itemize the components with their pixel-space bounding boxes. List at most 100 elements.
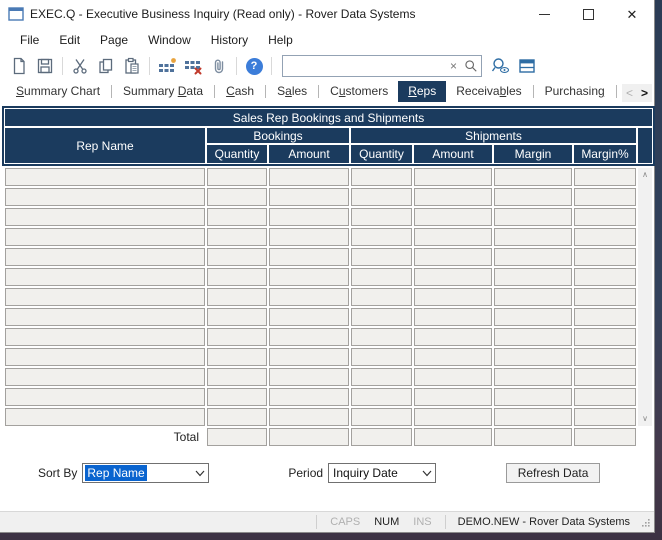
save-button[interactable] xyxy=(33,54,57,78)
data-cell[interactable] xyxy=(269,288,349,306)
data-cell[interactable] xyxy=(494,368,572,386)
data-cell[interactable] xyxy=(269,328,349,346)
data-cell[interactable] xyxy=(269,228,349,246)
data-cell[interactable] xyxy=(414,228,492,246)
search-input[interactable] xyxy=(283,58,446,74)
rep-name-cell[interactable] xyxy=(5,288,205,306)
data-cell[interactable] xyxy=(269,188,349,206)
data-cell[interactable] xyxy=(207,228,267,246)
search-button[interactable] xyxy=(462,54,480,78)
data-cell[interactable] xyxy=(351,388,412,406)
data-cell[interactable] xyxy=(414,188,492,206)
data-cell[interactable] xyxy=(269,368,349,386)
menu-item-page[interactable]: Page xyxy=(90,29,138,51)
data-cell[interactable] xyxy=(574,168,636,186)
data-cell[interactable] xyxy=(574,308,636,326)
data-cell[interactable] xyxy=(207,368,267,386)
data-cell[interactable] xyxy=(351,408,412,426)
insert-rows-button[interactable] xyxy=(155,54,179,78)
data-cell[interactable] xyxy=(351,348,412,366)
data-cell[interactable] xyxy=(269,388,349,406)
vertical-scrollbar[interactable]: ∧ ∨ xyxy=(638,168,652,426)
data-cell[interactable] xyxy=(574,328,636,346)
tab-summary-data[interactable]: Summary Data xyxy=(113,81,213,102)
resize-grip[interactable] xyxy=(636,517,654,528)
refresh-data-button[interactable]: Refresh Data xyxy=(506,463,600,483)
data-cell[interactable] xyxy=(494,288,572,306)
scroll-down-icon[interactable]: ∨ xyxy=(642,412,648,426)
data-cell[interactable] xyxy=(207,408,267,426)
data-cell[interactable] xyxy=(207,308,267,326)
help-button[interactable]: ? xyxy=(242,54,266,78)
rep-name-cell[interactable] xyxy=(5,328,205,346)
tab-cash[interactable]: Cash xyxy=(216,81,264,102)
data-cell[interactable] xyxy=(494,228,572,246)
paste-button[interactable] xyxy=(120,54,144,78)
data-cell[interactable] xyxy=(269,408,349,426)
data-cell[interactable] xyxy=(494,388,572,406)
data-cell[interactable] xyxy=(494,168,572,186)
data-cell[interactable] xyxy=(574,268,636,286)
data-cell[interactable] xyxy=(414,328,492,346)
tab-receivables[interactable]: Receivables xyxy=(446,81,531,102)
data-cell[interactable] xyxy=(494,188,572,206)
data-cell[interactable] xyxy=(414,308,492,326)
data-cell[interactable] xyxy=(207,348,267,366)
sort-by-dropdown[interactable]: Rep Name xyxy=(82,463,209,483)
data-cell[interactable] xyxy=(414,248,492,266)
period-dropdown[interactable]: Inquiry Date xyxy=(328,463,436,483)
menu-item-help[interactable]: Help xyxy=(258,29,303,51)
data-cell[interactable] xyxy=(574,188,636,206)
data-cell[interactable] xyxy=(494,408,572,426)
lookup-preview-button[interactable] xyxy=(489,54,513,78)
data-cell[interactable] xyxy=(351,188,412,206)
delete-rows-button[interactable] xyxy=(181,54,205,78)
data-cell[interactable] xyxy=(414,288,492,306)
clear-search-icon[interactable]: × xyxy=(446,59,461,73)
data-cell[interactable] xyxy=(269,268,349,286)
data-cell[interactable] xyxy=(207,268,267,286)
data-cell[interactable] xyxy=(207,388,267,406)
data-cell[interactable] xyxy=(494,248,572,266)
data-cell[interactable] xyxy=(574,388,636,406)
copy-button[interactable] xyxy=(94,54,118,78)
data-cell[interactable] xyxy=(269,248,349,266)
data-cell[interactable] xyxy=(574,248,636,266)
rep-name-cell[interactable] xyxy=(5,248,205,266)
data-cell[interactable] xyxy=(494,208,572,226)
data-cell[interactable] xyxy=(414,268,492,286)
attachment-button[interactable] xyxy=(207,54,231,78)
data-cell[interactable] xyxy=(351,328,412,346)
data-cell[interactable] xyxy=(351,248,412,266)
data-cell[interactable] xyxy=(574,408,636,426)
rep-name-cell[interactable] xyxy=(5,228,205,246)
data-cell[interactable] xyxy=(207,208,267,226)
data-cell[interactable] xyxy=(269,308,349,326)
data-cell[interactable] xyxy=(269,348,349,366)
data-cell[interactable] xyxy=(351,268,412,286)
data-cell[interactable] xyxy=(207,248,267,266)
data-cell[interactable] xyxy=(351,168,412,186)
menu-item-window[interactable]: Window xyxy=(138,29,201,51)
data-cell[interactable] xyxy=(351,308,412,326)
rep-name-cell[interactable] xyxy=(5,268,205,286)
data-cell[interactable] xyxy=(414,388,492,406)
data-cell[interactable] xyxy=(414,208,492,226)
rep-name-cell[interactable] xyxy=(5,388,205,406)
rep-name-cell[interactable] xyxy=(5,408,205,426)
data-cell[interactable] xyxy=(351,228,412,246)
cut-button[interactable] xyxy=(68,54,92,78)
tab-summary-chart[interactable]: Summary Chart xyxy=(6,81,110,102)
tab-sales[interactable]: Sales xyxy=(267,81,317,102)
data-cell[interactable] xyxy=(269,208,349,226)
rep-name-cell[interactable] xyxy=(5,188,205,206)
menu-item-history[interactable]: History xyxy=(201,29,258,51)
data-cell[interactable] xyxy=(351,208,412,226)
data-cell[interactable] xyxy=(494,308,572,326)
tab-reps[interactable]: Reps xyxy=(398,81,446,102)
data-cell[interactable] xyxy=(494,348,572,366)
rep-name-cell[interactable] xyxy=(5,308,205,326)
window-layout-button[interactable] xyxy=(515,54,539,78)
data-cell[interactable] xyxy=(207,328,267,346)
menu-item-file[interactable]: File xyxy=(10,29,49,51)
